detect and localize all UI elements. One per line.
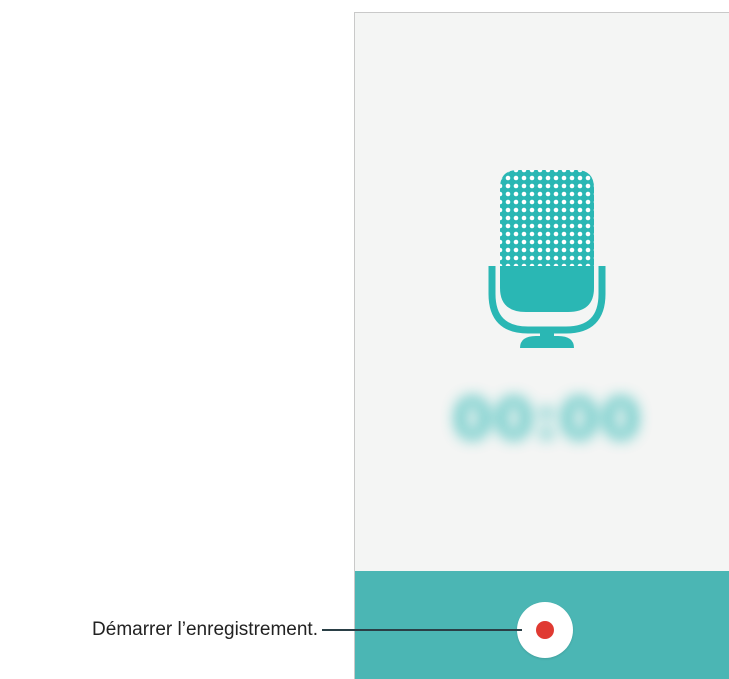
callout-leader-line [322,629,522,631]
manual-page: 00:00 Démarrer l’enregistrement. [0,0,729,679]
record-dot-icon [536,621,554,639]
recording-timer: 00:00 [452,385,642,453]
record-callout-label: Démarrer l’enregistrement. [92,619,318,640]
microphone-icon [488,170,606,348]
record-button[interactable] [517,602,573,658]
